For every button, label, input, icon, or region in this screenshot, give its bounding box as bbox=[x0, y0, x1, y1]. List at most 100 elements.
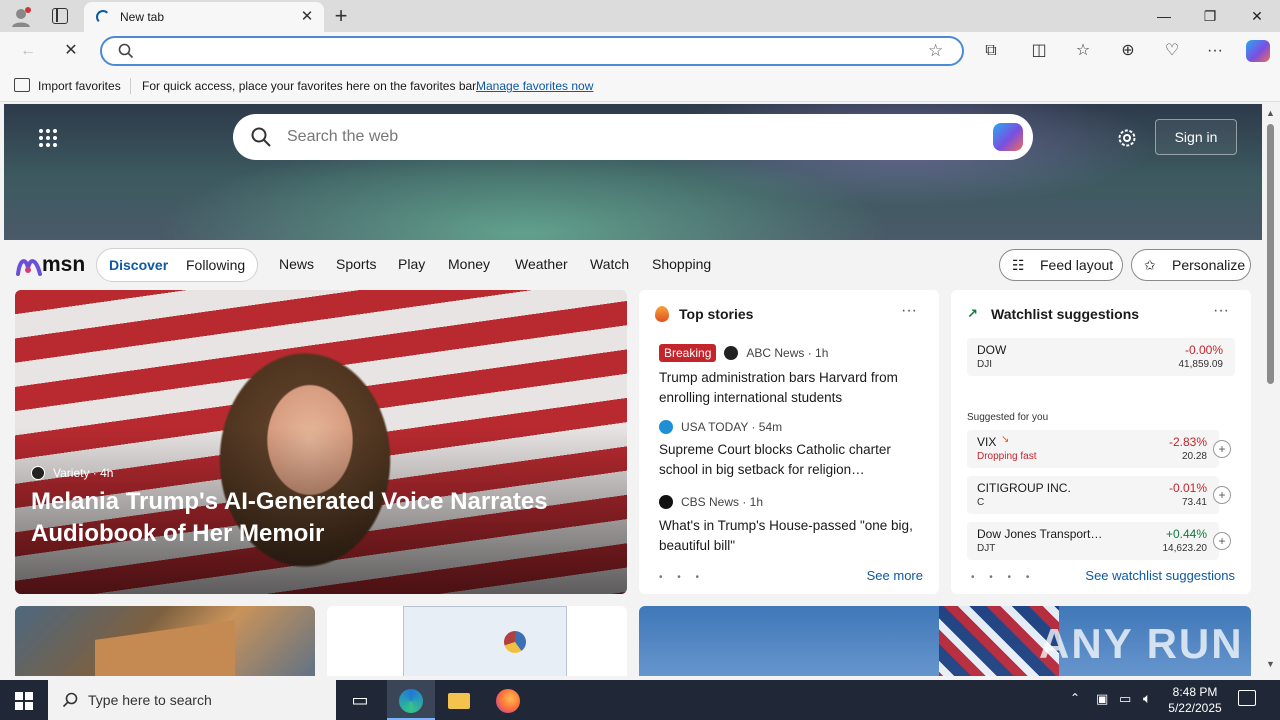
web-search-input[interactable] bbox=[287, 126, 927, 148]
windows-logo-icon bbox=[15, 692, 33, 711]
tab-new-tab[interactable]: New tab ✕ bbox=[84, 2, 324, 32]
scroll-down-icon[interactable]: ▼ bbox=[1266, 659, 1275, 669]
windows-taskbar: Type here to search ▭ ⌃ ▣ ▭ 🔈︎ 8:48 PM 5… bbox=[0, 680, 1280, 720]
tab-actions-icon[interactable] bbox=[52, 8, 68, 24]
web-search-box[interactable] bbox=[233, 114, 1033, 160]
minimize-button[interactable]: — bbox=[1141, 4, 1187, 28]
watchlist-more-button[interactable]: ··· bbox=[1213, 302, 1229, 320]
device-icon[interactable]: ▣ bbox=[1096, 691, 1108, 707]
carousel-dots[interactable]: • • • bbox=[659, 572, 705, 583]
cbs-news-icon bbox=[659, 495, 673, 509]
trend-chart-icon: ↗ bbox=[967, 306, 978, 321]
story-headline[interactable]: What's in Trump's House-passed "one big,… bbox=[659, 516, 921, 556]
quote-symbol: Dropping fast bbox=[977, 451, 1037, 462]
page-scrollbar[interactable]: ▲ ▼ bbox=[1262, 104, 1280, 676]
clock[interactable]: 8:48 PM 5/22/2025 bbox=[1165, 684, 1225, 716]
nav-watch[interactable]: Watch bbox=[590, 256, 629, 272]
collections-icon[interactable]: ⊕ bbox=[1115, 39, 1141, 63]
nav-weather[interactable]: Weather bbox=[515, 256, 568, 272]
notifications-icon[interactable] bbox=[1238, 690, 1256, 706]
start-button[interactable] bbox=[0, 680, 48, 720]
nav-play[interactable]: Play bbox=[398, 256, 425, 272]
quote-change: -2.83% bbox=[1168, 435, 1207, 449]
settings-and-more-icon[interactable]: ··· bbox=[1202, 39, 1228, 63]
apps-grid-icon[interactable] bbox=[38, 128, 58, 148]
story-source: CBS News · 1h bbox=[659, 495, 763, 509]
hero-background: Sign in bbox=[4, 104, 1262, 240]
top-stories-more-button[interactable]: ··· bbox=[901, 302, 917, 320]
nav-sports[interactable]: Sports bbox=[336, 256, 376, 272]
address-bar[interactable]: ☆ bbox=[100, 36, 964, 66]
nav-money[interactable]: Money bbox=[448, 256, 490, 272]
file-explorer-icon[interactable] bbox=[435, 680, 483, 720]
featured-story-card[interactable]: Variety · 4h Melania Trump's AI-Generate… bbox=[15, 290, 627, 594]
story-headline[interactable]: Supreme Court blocks Catholic charter sc… bbox=[659, 440, 921, 480]
quote-row[interactable]: DOW DJI -0.00% 41,859.09 bbox=[967, 338, 1235, 376]
feed-layout-button[interactable]: ☷ Feed layout bbox=[999, 249, 1123, 281]
split-screen-icon[interactable]: ◫ bbox=[1026, 39, 1052, 63]
tab-following[interactable]: Following bbox=[186, 257, 245, 273]
clock-time: 8:48 PM bbox=[1172, 685, 1218, 699]
quote-row[interactable]: VIX ↘ Dropping fast -2.83% 20.28 bbox=[967, 430, 1219, 468]
new-tab-button[interactable]: + bbox=[330, 3, 352, 29]
divider bbox=[130, 78, 131, 94]
restore-button[interactable]: ❐ bbox=[1187, 4, 1233, 28]
network-icon[interactable]: ▭ bbox=[1119, 691, 1131, 707]
msn-logo[interactable]: msn bbox=[16, 252, 86, 278]
add-to-watchlist-button[interactable]: + bbox=[1213, 440, 1231, 458]
see-watchlist-suggestions-link[interactable]: See watchlist suggestions bbox=[1085, 568, 1235, 583]
quote-name: CITIGROUP INC. bbox=[977, 481, 1071, 495]
sign-in-button[interactable]: Sign in bbox=[1155, 119, 1237, 155]
page-settings-gear-icon[interactable] bbox=[1116, 127, 1138, 154]
usa-today-icon bbox=[659, 420, 673, 434]
quote-name: Dow Jones Transport… bbox=[977, 527, 1103, 541]
personalize-button[interactable]: ✩ Personalize bbox=[1131, 249, 1251, 281]
favorites-icon[interactable]: ☆ bbox=[1070, 39, 1096, 63]
new-tab-page: Sign in msn Discover Following News Spor… bbox=[4, 104, 1262, 676]
copilot-icon[interactable] bbox=[1246, 40, 1270, 62]
featured-story-title[interactable]: Melania Trump's AI-Generated Voice Narra… bbox=[31, 486, 591, 550]
task-view-icon[interactable]: ▭ bbox=[336, 680, 384, 720]
see-more-link[interactable]: See more bbox=[867, 568, 923, 583]
title-bar: New tab ✕ + — ❐ ✕ bbox=[0, 0, 1280, 32]
profile-icon[interactable] bbox=[10, 6, 32, 28]
carousel-dots[interactable]: • • • • bbox=[971, 572, 1035, 583]
favorites-bar: Import favorites For quick access, place… bbox=[0, 70, 1280, 102]
tab-close-button[interactable]: ✕ bbox=[298, 7, 316, 25]
import-favorites-button[interactable]: Import favorites bbox=[38, 79, 121, 93]
msn-logo-icon bbox=[16, 259, 42, 276]
tab-discover[interactable]: Discover bbox=[109, 257, 168, 273]
watchlist-title: Watchlist suggestions bbox=[991, 306, 1140, 322]
extensions-icon[interactable]: ⧉ bbox=[978, 39, 1004, 63]
volume-icon[interactable]: 🔈︎ bbox=[1143, 690, 1151, 707]
msn-logo-text: msn bbox=[42, 253, 86, 276]
add-favorite-star-icon[interactable]: ☆ bbox=[928, 41, 943, 61]
scrollbar-thumb[interactable] bbox=[1267, 124, 1274, 384]
story-card[interactable] bbox=[327, 606, 627, 676]
firefox-icon[interactable] bbox=[484, 680, 532, 720]
story-card[interactable] bbox=[15, 606, 315, 676]
story-card[interactable]: ANY RUN bbox=[639, 606, 1251, 676]
nav-shopping[interactable]: Shopping bbox=[652, 256, 711, 272]
close-window-button[interactable]: ✕ bbox=[1234, 4, 1280, 28]
copilot-icon[interactable] bbox=[993, 123, 1023, 151]
quote-row[interactable]: Dow Jones Transport… DJT +0.44% 14,623.2… bbox=[967, 522, 1219, 560]
add-to-watchlist-button[interactable]: + bbox=[1213, 532, 1231, 550]
stop-loading-icon[interactable]: ✕ bbox=[58, 39, 84, 63]
scroll-up-icon[interactable]: ▲ bbox=[1266, 108, 1275, 118]
story-headline[interactable]: Trump administration bars Harvard from e… bbox=[659, 368, 921, 408]
show-hidden-icons-chevron-icon[interactable]: ⌃ bbox=[1070, 691, 1080, 705]
manage-favorites-link[interactable]: Manage favorites now bbox=[476, 79, 593, 93]
sliders-icon: ☷ bbox=[1012, 257, 1025, 273]
taskbar-search-box[interactable]: Type here to search bbox=[48, 680, 336, 720]
add-to-watchlist-button[interactable]: + bbox=[1213, 486, 1231, 504]
quote-change: +0.44% bbox=[1165, 527, 1207, 541]
quote-row[interactable]: CITIGROUP INC. C -0.01% 73.41 bbox=[967, 476, 1219, 514]
browser-essentials-icon[interactable]: ♡ bbox=[1159, 39, 1185, 63]
edge-taskbar-icon[interactable] bbox=[387, 680, 435, 720]
back-icon[interactable]: ← bbox=[15, 39, 41, 63]
address-input[interactable] bbox=[150, 42, 910, 60]
nav-news[interactable]: News bbox=[279, 256, 314, 272]
import-favorites-icon[interactable] bbox=[14, 78, 30, 92]
fire-icon bbox=[655, 306, 669, 322]
